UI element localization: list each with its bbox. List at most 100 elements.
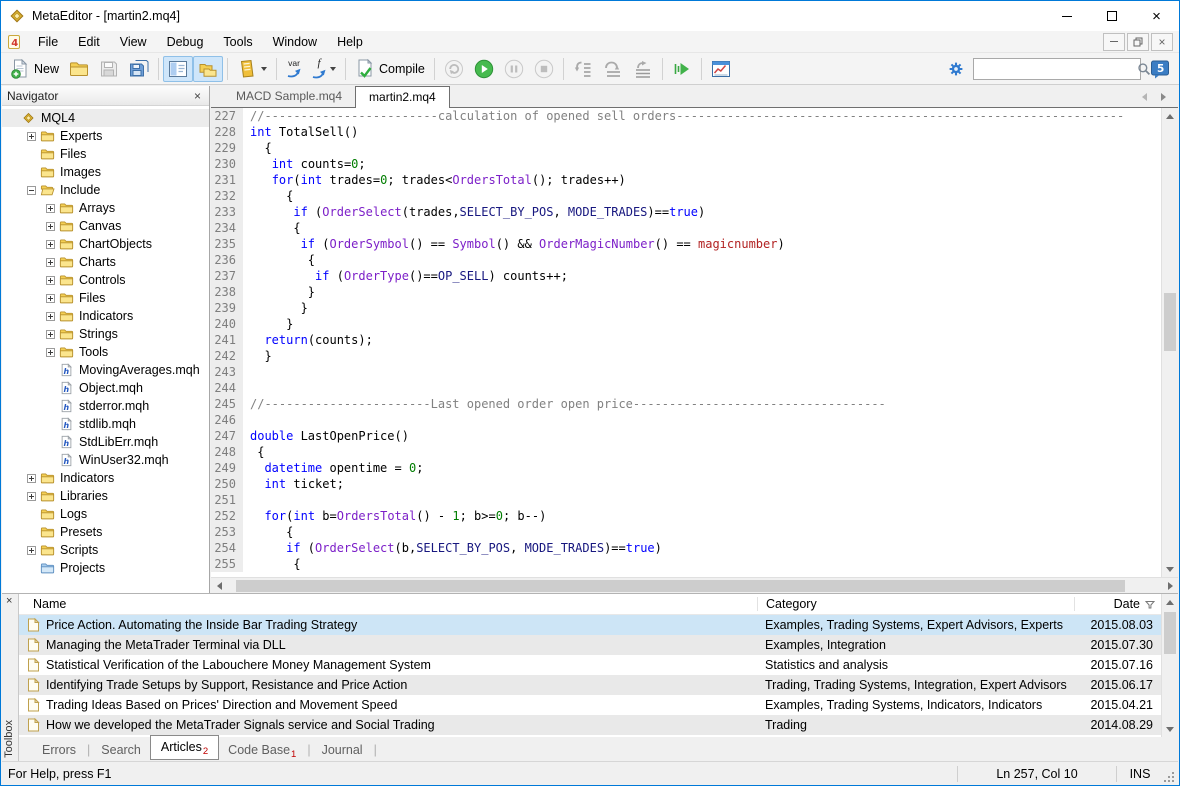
expand-icon[interactable] bbox=[27, 132, 36, 141]
expand-icon[interactable] bbox=[46, 222, 55, 231]
expand-icon[interactable] bbox=[46, 204, 55, 213]
expand-icon[interactable] bbox=[46, 258, 55, 267]
scroll-up-icon[interactable] bbox=[1162, 108, 1178, 124]
scroll-down-icon[interactable] bbox=[1162, 561, 1178, 577]
tree-item-images[interactable]: Images bbox=[2, 163, 209, 181]
code-editor[interactable]: 227//------------------------calculation… bbox=[211, 108, 1161, 577]
expand-icon[interactable] bbox=[27, 546, 36, 555]
tree-item-logs[interactable]: Logs bbox=[2, 505, 209, 523]
tree-item-stderror-mqh[interactable]: hstderror.mqh bbox=[2, 397, 209, 415]
toggle-navigator-button[interactable] bbox=[163, 56, 193, 82]
menu-item-edit[interactable]: Edit bbox=[68, 33, 110, 51]
tree-item-arrays[interactable]: Arrays bbox=[2, 199, 209, 217]
stop-debug-button[interactable] bbox=[529, 56, 559, 82]
save-all-button[interactable] bbox=[124, 56, 154, 82]
close-button[interactable]: × bbox=[1134, 2, 1179, 31]
mdi-close-button[interactable]: × bbox=[1151, 33, 1173, 51]
tree-item-indicators[interactable]: Indicators bbox=[2, 307, 209, 325]
expand-icon[interactable] bbox=[46, 312, 55, 321]
mdi-restore-button[interactable] bbox=[1127, 33, 1149, 51]
compile-button[interactable]: Compile bbox=[350, 56, 430, 82]
toolbox-tab-code-base[interactable]: Code Base1 bbox=[219, 740, 305, 760]
tab-scroll-right-icon[interactable] bbox=[1161, 93, 1166, 101]
vertical-scroll-thumb[interactable] bbox=[1164, 293, 1176, 351]
tree-item-strings[interactable]: Strings bbox=[2, 325, 209, 343]
expand-icon[interactable] bbox=[27, 474, 36, 483]
column-header-category[interactable]: Category bbox=[758, 597, 1074, 611]
mdi-minimize-button[interactable] bbox=[1103, 33, 1125, 51]
tree-item-stdlib-mqh[interactable]: hstdlib.mqh bbox=[2, 415, 209, 433]
maximize-button[interactable] bbox=[1089, 2, 1134, 31]
toolbox-scroll-up-icon[interactable] bbox=[1162, 594, 1178, 610]
column-header-date[interactable]: Date bbox=[1075, 597, 1161, 611]
tree-item-libraries[interactable]: Libraries bbox=[2, 487, 209, 505]
search-settings-button[interactable] bbox=[943, 56, 969, 82]
toolbox-tab-journal[interactable]: Journal bbox=[313, 740, 372, 760]
step-over-button[interactable] bbox=[598, 56, 628, 82]
scroll-right-icon[interactable] bbox=[1162, 578, 1178, 594]
minimize-button[interactable] bbox=[1044, 2, 1089, 31]
function-dropdown-icon[interactable] bbox=[330, 67, 336, 71]
tree-item-mql4[interactable]: MQL4 bbox=[2, 109, 209, 127]
column-header-name[interactable]: Name bbox=[19, 597, 757, 611]
article-row-5[interactable]: Trading Ideas Based on Prices' Direction… bbox=[19, 695, 1161, 715]
expand-icon[interactable] bbox=[46, 294, 55, 303]
collapse-icon[interactable] bbox=[27, 186, 36, 195]
article-row-1[interactable]: Price Action. Automating the Inside Bar … bbox=[19, 615, 1161, 635]
styler-dropdown-icon[interactable] bbox=[261, 67, 267, 71]
tree-item-winuser32-mqh[interactable]: hWinUser32.mqh bbox=[2, 451, 209, 469]
menu-item-view[interactable]: View bbox=[110, 33, 157, 51]
toolbox-tab-errors[interactable]: Errors bbox=[33, 740, 85, 760]
tree-item-indicators[interactable]: Indicators bbox=[2, 469, 209, 487]
tree-item-experts[interactable]: Experts bbox=[2, 127, 209, 145]
insert-function-button[interactable]: f bbox=[307, 56, 341, 82]
expand-icon[interactable] bbox=[46, 330, 55, 339]
toolbox-scroll-down-icon[interactable] bbox=[1162, 721, 1178, 737]
editor-vertical-scrollbar[interactable] bbox=[1161, 108, 1178, 577]
article-row-2[interactable]: Managing the MetaTrader Terminal via DLL… bbox=[19, 635, 1161, 655]
tree-item-presets[interactable]: Presets bbox=[2, 523, 209, 541]
article-row-4[interactable]: Identifying Trade Setups by Support, Res… bbox=[19, 675, 1161, 695]
toolbox-tab-articles[interactable]: Articles2 bbox=[150, 735, 219, 760]
resize-grip[interactable] bbox=[1163, 771, 1175, 783]
expand-icon[interactable] bbox=[46, 240, 55, 249]
mql5-community-button[interactable]: 5 bbox=[1145, 56, 1175, 82]
toggle-toolbox-button[interactable] bbox=[193, 56, 223, 82]
tree-item-projects[interactable]: Projects bbox=[2, 559, 209, 577]
open-file-button[interactable] bbox=[64, 56, 94, 82]
tree-item-tools[interactable]: Tools bbox=[2, 343, 209, 361]
menu-item-tools[interactable]: Tools bbox=[213, 33, 262, 51]
tree-item-scripts[interactable]: Scripts bbox=[2, 541, 209, 559]
editor-tab-martin2-mq4[interactable]: martin2.mq4 bbox=[355, 86, 450, 108]
tree-item-include[interactable]: Include bbox=[2, 181, 209, 199]
tree-item-charts[interactable]: Charts bbox=[2, 253, 209, 271]
save-button[interactable] bbox=[94, 56, 124, 82]
article-row-3[interactable]: Statistical Verification of the Labouche… bbox=[19, 655, 1161, 675]
insert-variable-button[interactable]: var bbox=[281, 56, 307, 82]
tree-item-object-mqh[interactable]: hObject.mqh bbox=[2, 379, 209, 397]
continue-button[interactable] bbox=[667, 56, 697, 82]
navigator-close-button[interactable]: × bbox=[191, 89, 204, 103]
expand-icon[interactable] bbox=[46, 276, 55, 285]
tree-item-files[interactable]: Files bbox=[2, 289, 209, 307]
open-terminal-button[interactable] bbox=[706, 56, 736, 82]
scroll-left-icon[interactable] bbox=[211, 578, 227, 594]
menu-item-help[interactable]: Help bbox=[327, 33, 373, 51]
search-input[interactable] bbox=[974, 62, 1137, 76]
editor-tab-macd-sample-mq4[interactable]: MACD Sample.mq4 bbox=[223, 86, 355, 107]
start-debug-button[interactable] bbox=[469, 56, 499, 82]
tree-item-stdliberr-mqh[interactable]: hStdLibErr.mqh bbox=[2, 433, 209, 451]
new-file-button[interactable]: New bbox=[5, 56, 64, 82]
tree-item-chartobjects[interactable]: ChartObjects bbox=[2, 235, 209, 253]
toolbox-tab-search[interactable]: Search bbox=[92, 740, 150, 760]
restart-debug-button[interactable] bbox=[439, 56, 469, 82]
tree-item-controls[interactable]: Controls bbox=[2, 271, 209, 289]
article-row-6[interactable]: How we developed the MetaTrader Signals … bbox=[19, 715, 1161, 735]
editor-horizontal-scrollbar[interactable] bbox=[211, 577, 1178, 593]
toolbox-close-button[interactable]: × bbox=[6, 596, 12, 607]
step-into-button[interactable] bbox=[568, 56, 598, 82]
toolbox-scroll-thumb[interactable] bbox=[1164, 612, 1176, 654]
expand-icon[interactable] bbox=[27, 492, 36, 501]
menu-item-debug[interactable]: Debug bbox=[157, 33, 214, 51]
tree-item-movingaverages-mqh[interactable]: hMovingAverages.mqh bbox=[2, 361, 209, 379]
